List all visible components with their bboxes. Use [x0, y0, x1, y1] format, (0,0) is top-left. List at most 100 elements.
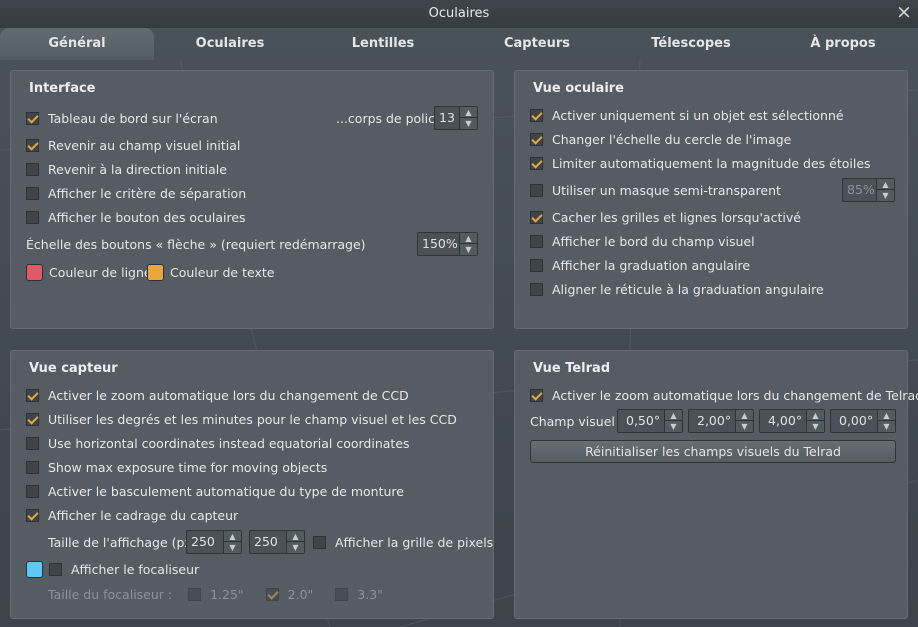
spin-down-icon[interactable]: ▼ — [460, 244, 477, 255]
checkbox[interactable] — [26, 389, 39, 402]
tab-general[interactable]: Général — [0, 28, 154, 60]
spin-down-icon[interactable]: ▼ — [807, 421, 824, 432]
spin-down-icon[interactable]: ▼ — [287, 542, 304, 553]
text-color-swatch[interactable] — [147, 264, 164, 281]
telrad-fov-3-value: 4,00° — [768, 413, 803, 428]
font-size-spinbox[interactable]: 13 ▲ ▼ — [434, 106, 478, 130]
eyepiece-option-3[interactable]: Limiter automatiquement la magnitude des… — [530, 154, 871, 174]
spin-down-icon[interactable]: ▼ — [224, 542, 241, 553]
return-direction-checkbox[interactable] — [26, 163, 39, 176]
checkbox[interactable] — [26, 461, 39, 474]
telrad-auto-zoom-checkbox[interactable] — [530, 389, 543, 402]
spin-up-icon[interactable]: ▲ — [287, 531, 304, 542]
spin-up-icon[interactable]: ▲ — [878, 410, 895, 421]
checkbox[interactable] — [26, 413, 39, 426]
return-direction-label: Revenir à la direction initiale — [48, 162, 227, 177]
close-icon[interactable]: × — [894, 2, 914, 22]
sensor-option-4[interactable]: Show max exposure time for moving object… — [26, 458, 327, 478]
spin-up-icon[interactable]: ▲ — [460, 233, 477, 244]
return-fov-option[interactable]: Revenir au champ visuel initial — [26, 136, 240, 156]
tab-telescopes[interactable]: Télescopes — [614, 28, 768, 60]
pixel-grid-checkbox[interactable] — [313, 536, 326, 549]
focuser-size-33-checkbox[interactable] — [335, 588, 349, 601]
mask-opacity-spinbox[interactable]: 85% ▲ ▼ — [842, 178, 895, 202]
spin-down-icon[interactable]: ▼ — [460, 118, 477, 129]
spin-up-icon[interactable]: ▲ — [736, 410, 753, 421]
telrad-fov-3-spinbox[interactable]: 4,00° ▲ ▼ — [759, 409, 825, 433]
tab-about[interactable]: À propos — [768, 28, 918, 60]
eyepiece-option-7[interactable]: Afficher la graduation angulaire — [530, 256, 750, 276]
checkbox[interactable] — [26, 509, 39, 522]
pixel-grid-option[interactable]: Afficher la grille de pixels — [313, 533, 493, 553]
telrad-view-panel: Vue Telrad Activer le zoom automatique l… — [514, 350, 918, 619]
eyepiece-option-8[interactable]: Aligner le réticule à la graduation angu… — [530, 280, 824, 300]
eyepiece-view-title: Vue oculaire — [533, 81, 624, 96]
checkbox[interactable] — [530, 211, 543, 224]
spin-up-icon[interactable]: ▲ — [460, 107, 477, 118]
eyepiece-option-5[interactable]: Cacher les grilles et lignes lorsqu'acti… — [530, 208, 801, 228]
sensor-option-5[interactable]: Activer le basculement automatique du ty… — [26, 482, 404, 502]
eyepiece-option-6[interactable]: Afficher le bord du champ visuel — [530, 232, 755, 252]
show-focuser-checkbox[interactable] — [49, 563, 62, 576]
eyepiece-option-2[interactable]: Changer l'échelle du cercle de l'image — [530, 130, 791, 150]
sensor-option-6[interactable]: Afficher le cadrage du capteur — [26, 506, 238, 526]
focuser-size-125-checkbox[interactable] — [188, 588, 202, 601]
sensor-option-1[interactable]: Activer le zoom automatique lors du chan… — [26, 386, 409, 406]
checkbox[interactable] — [26, 485, 39, 498]
focuser-color-swatch[interactable] — [26, 561, 43, 578]
display-width-spinbox[interactable]: 250 ▲ ▼ — [186, 530, 242, 554]
show-separation-checkbox[interactable] — [26, 187, 39, 200]
checkbox[interactable] — [530, 157, 543, 170]
spin-down-icon[interactable]: ▼ — [877, 190, 894, 201]
focuser-size-20-checkbox[interactable] — [265, 588, 279, 601]
show-separation-option[interactable]: Afficher le critère de séparation — [26, 184, 246, 204]
checkbox[interactable] — [530, 235, 543, 248]
focuser-size-33-label: 3.3" — [357, 587, 383, 602]
sensor-option-2[interactable]: Utiliser les degrés et les minutes pour … — [26, 410, 457, 430]
checkbox[interactable] — [26, 437, 39, 450]
display-height-spinbox[interactable]: 250 ▲ ▼ — [249, 530, 305, 554]
window-title: Oculaires — [428, 6, 490, 21]
spin-up-icon[interactable]: ▲ — [224, 531, 241, 542]
checkbox[interactable] — [530, 109, 543, 122]
return-direction-option[interactable]: Revenir à la direction initiale — [26, 160, 227, 180]
spin-down-icon[interactable]: ▼ — [878, 421, 895, 432]
option-label: Show max exposure time for moving object… — [48, 460, 328, 475]
show-buttons-option[interactable]: Afficher le bouton des oculaires — [26, 208, 246, 228]
option-label: Afficher le cadrage du capteur — [48, 508, 239, 523]
eyepiece-option-4[interactable]: Utiliser un masque semi-transparent — [530, 181, 781, 201]
arrow-scale-spinbox[interactable]: 150% ▲ ▼ — [417, 232, 478, 256]
line-color-option[interactable]: Couleur de ligne — [26, 263, 152, 283]
checkbox[interactable] — [530, 259, 543, 272]
onscreen-panel-option[interactable]: Tableau de bord sur l'écran — [26, 109, 218, 129]
checkbox[interactable] — [530, 184, 543, 197]
option-label: Afficher le bord du champ visuel — [552, 234, 755, 249]
eyepiece-option-1[interactable]: Activer uniquement si un objet est sélec… — [530, 106, 844, 126]
tab-sensors[interactable]: Capteurs — [460, 28, 614, 60]
reset-telrad-button[interactable]: Réinitialiser les champs visuels du Telr… — [530, 440, 896, 463]
spin-up-icon[interactable]: ▲ — [665, 410, 682, 421]
spin-up-icon[interactable]: ▲ — [807, 410, 824, 421]
spin-up-icon[interactable]: ▲ — [877, 179, 894, 190]
telrad-auto-zoom-option[interactable]: Activer le zoom automatique lors du chan… — [530, 386, 918, 406]
tab-lenses[interactable]: Lentilles — [306, 28, 460, 60]
telrad-fov-2-spinbox[interactable]: 2,00° ▲ ▼ — [688, 409, 754, 433]
line-color-swatch[interactable] — [26, 264, 43, 281]
option-label: Utiliser les degrés et les minutes pour … — [48, 412, 457, 427]
tab-eyepieces[interactable]: Oculaires — [154, 28, 306, 60]
telrad-fov-4-spinbox[interactable]: 0,00° ▲ ▼ — [830, 409, 896, 433]
return-fov-checkbox[interactable] — [26, 139, 39, 152]
spin-down-icon[interactable]: ▼ — [665, 421, 682, 432]
onscreen-panel-checkbox[interactable] — [26, 112, 39, 125]
checkbox[interactable] — [530, 133, 543, 146]
show-focuser-option[interactable]: Afficher le focaliseur — [26, 560, 199, 580]
telrad-fov-2-value: 2,00° — [697, 413, 732, 428]
sensor-option-3[interactable]: Use horizontal coordinates instead equat… — [26, 434, 410, 454]
checkbox[interactable] — [530, 283, 543, 296]
text-color-option[interactable]: Couleur de texte — [147, 263, 274, 283]
telrad-fov-1-spinbox[interactable]: 0,50° ▲ ▼ — [617, 409, 683, 433]
show-buttons-checkbox[interactable] — [26, 211, 39, 224]
interface-panel: Interface Tableau de bord sur l'écran ..… — [10, 70, 494, 329]
sensor-view-panel: Vue capteur Activer le zoom automatique … — [10, 350, 494, 619]
spin-down-icon[interactable]: ▼ — [736, 421, 753, 432]
